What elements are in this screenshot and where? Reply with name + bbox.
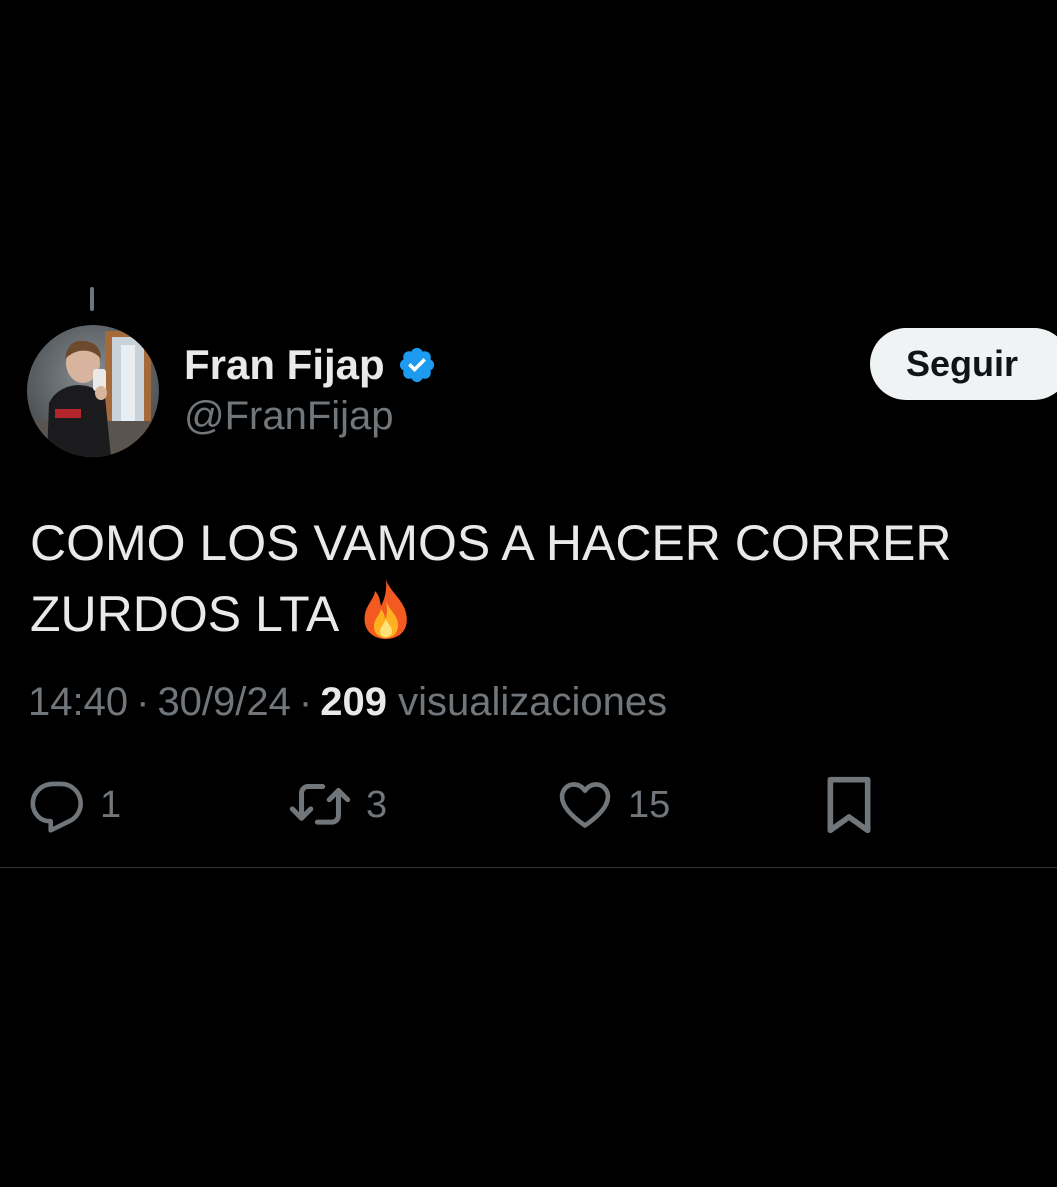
reply-count: 1 bbox=[100, 783, 122, 826]
heart-icon bbox=[559, 782, 611, 828]
views-count[interactable]: 209 bbox=[320, 680, 387, 724]
tweet-text-line: ZURDOS LTA bbox=[30, 577, 1030, 648]
reply-button[interactable]: 1 bbox=[28, 770, 121, 840]
tweet-text-line: COMO LOS VAMOS A HACER CORRER bbox=[30, 515, 952, 571]
retweet-icon bbox=[289, 784, 351, 825]
reply-icon bbox=[30, 781, 83, 833]
avatar[interactable] bbox=[27, 325, 159, 457]
author-handle[interactable]: @FranFijap bbox=[184, 394, 394, 439]
like-count: 15 bbox=[628, 783, 671, 826]
tweet-text-line-content: ZURDOS LTA bbox=[30, 586, 340, 642]
tweet-text: COMO LOS VAMOS A HACER CORRER ZURDOS LTA bbox=[30, 510, 1030, 648]
fire-emoji-icon bbox=[359, 577, 413, 641]
retweet-button[interactable]: 3 bbox=[288, 770, 387, 840]
tweet-metadata: 14:40 · 30/9/24 · 209 visualizaciones bbox=[28, 680, 667, 725]
tweet-actions: 1 3 15 bbox=[0, 770, 1057, 840]
verified-badge-icon[interactable] bbox=[397, 345, 437, 385]
separator-dot: · bbox=[136, 680, 150, 724]
retweet-count: 3 bbox=[366, 783, 388, 826]
bookmark-icon bbox=[827, 776, 871, 834]
like-button[interactable]: 15 bbox=[556, 770, 670, 840]
bookmark-button[interactable] bbox=[822, 770, 876, 840]
views-label: visualizaciones bbox=[398, 680, 668, 724]
divider bbox=[0, 867, 1057, 868]
author-display-name[interactable]: Fran Fijap bbox=[184, 341, 385, 389]
author-name-row: Fran Fijap bbox=[184, 338, 437, 392]
follow-button[interactable]: Seguir bbox=[870, 328, 1057, 400]
tweet-time[interactable]: 14:40 bbox=[28, 680, 128, 724]
tweet-date[interactable]: 30/9/24 bbox=[157, 680, 290, 724]
separator-dot: · bbox=[298, 680, 313, 724]
thread-connector-line bbox=[90, 287, 94, 311]
